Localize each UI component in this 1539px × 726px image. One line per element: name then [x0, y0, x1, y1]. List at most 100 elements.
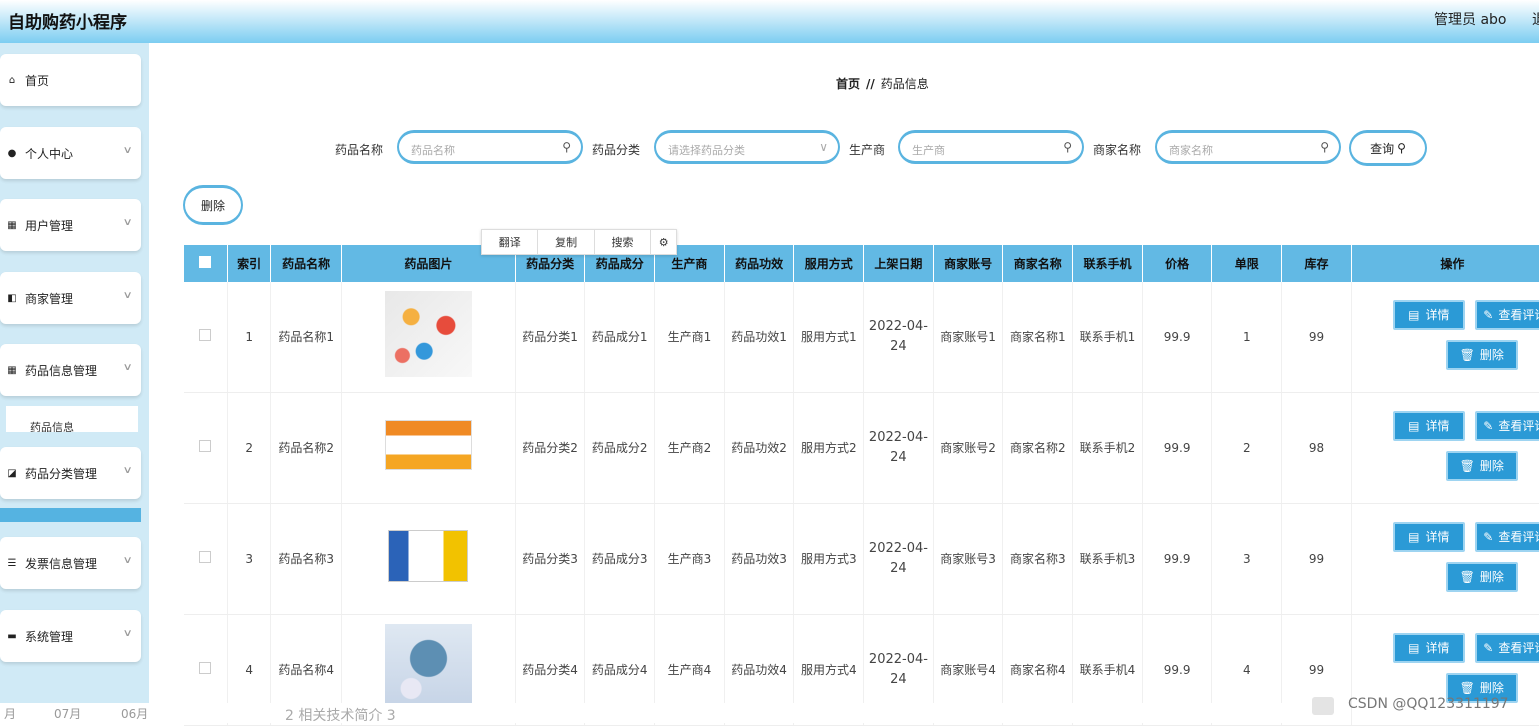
column-header: 价格 [1142, 245, 1213, 282]
detail-button[interactable]: ▤ 详情 [1392, 300, 1465, 330]
sidebar-subitem-highlight[interactable] [0, 508, 141, 522]
cell-usage: 服用方式2 [793, 392, 865, 504]
sidebar-item-invoice[interactable]: ☰ 发票信息管理 ∨ [0, 537, 141, 589]
footer-text: 月 [4, 707, 17, 721]
admin-label[interactable]: 管理员 abo [1434, 9, 1506, 29]
sidebar-item-personal[interactable]: ● 个人中心 ∨ [0, 127, 141, 179]
detail-label: 详情 [1425, 419, 1450, 433]
sidebar-item-drug-info[interactable]: ▦ 药品信息管理 ∨ [0, 344, 141, 396]
sidebar-item-drug-category[interactable]: ◪ 药品分类管理 ∨ [0, 447, 141, 499]
batch-delete-button[interactable]: 删除 [183, 185, 243, 225]
view-reviews-button[interactable]: ✎ 查看评论 [1474, 633, 1539, 663]
detail-button[interactable]: ▤ 详情 [1392, 411, 1465, 441]
footer-text: 07月 [54, 707, 82, 721]
sidebar-item-label: 发票信息管理 [25, 556, 98, 571]
chevron-down-icon: ∨ [122, 555, 133, 566]
column-header: 药品名称 [270, 245, 343, 282]
trash-icon: 🗑 [1459, 570, 1475, 584]
query-button[interactable]: 查询 ⚲ [1349, 130, 1427, 166]
grid-icon: ▦ [7, 364, 17, 376]
cell-usage: 服用方式1 [793, 282, 865, 393]
search-manufacturer-input[interactable]: 生产商 ⚲ [898, 130, 1084, 164]
home-icon: ⌂ [8, 74, 16, 86]
app-title: 自助购药小程序 [8, 13, 127, 33]
sidebar-subitem-drug-info[interactable]: 药品信息 [6, 406, 138, 432]
view-reviews-button[interactable]: ✎ 查看评论 [1474, 300, 1539, 330]
detail-button[interactable]: ▤ 详情 [1392, 522, 1465, 552]
drug-image [388, 530, 469, 582]
drug-image [384, 291, 472, 377]
logout-link[interactable]: 退 [1532, 9, 1539, 29]
sidebar-item-label: 用户管理 [25, 218, 74, 233]
table-row: 3 药品名称3 药品分类3 药品成分3 生产商3 药品功效3 服用方式3 2022-04-24… [184, 503, 1539, 615]
placeholder: 请选择药品分类 [668, 144, 745, 157]
table-header-row: 索引 药品名称 药品图片 药品分类 药品成分 生产商 药品功效 服用方式 上架日… [184, 245, 1539, 282]
chevron-down-icon: ∨ [122, 290, 133, 301]
category-icon: ◪ [7, 467, 17, 479]
column-header: 服用方式 [793, 245, 865, 282]
sidebar-item-label: 药品分类管理 [25, 466, 98, 481]
search-menu-item[interactable]: 搜索 [595, 230, 652, 254]
sidebar-item-users[interactable]: ▦ 用户管理 ∨ [0, 199, 141, 251]
sidebar-item-system[interactable]: ▬ 系统管理 ∨ [0, 610, 141, 662]
select-all-checkbox[interactable] [184, 245, 228, 282]
cell-phone: 联系手机3 [1072, 503, 1143, 615]
chevron-down-icon: ∨ [122, 217, 133, 228]
search-shop-input[interactable]: 商家名称 ⚲ [1155, 130, 1341, 164]
breadcrumb-home[interactable]: 首页 [836, 77, 860, 91]
cell-efficacy: 药品功效3 [724, 503, 795, 615]
detail-icon: ▤ [1408, 530, 1420, 544]
row-checkbox[interactable] [184, 392, 228, 504]
cell-drug-image [341, 503, 516, 615]
table-row: 1 药品名称1 药品分类1 药品成分1 生产商1 药品功效1 服用方式1 2022-04-24… [184, 282, 1539, 393]
query-button-label: 查询 [1370, 141, 1395, 156]
search-icon: ⚲ [562, 140, 571, 154]
view-reviews-button[interactable]: ✎ 查看评论 [1474, 411, 1539, 441]
sidebar-item-label: 个人中心 [25, 146, 74, 161]
delete-button[interactable]: 🗑 删除 [1445, 451, 1518, 481]
delete-button[interactable]: 🗑 删除 [1445, 562, 1518, 592]
cell-drug-name: 药品名称2 [270, 392, 343, 504]
drug-image [384, 420, 472, 470]
category-select[interactable]: 请选择药品分类 ∨ [654, 130, 840, 164]
review-label: 查看评论 [1498, 641, 1539, 655]
cell-stock: 98 [1281, 392, 1352, 504]
cell-manufacturer: 生产商2 [654, 392, 725, 504]
sidebar: ⌂ 首页 ● 个人中心 ∨ ▦ 用户管理 ∨ ◧ 商家管理 ∨ ▦ 药品信息管理… [0, 43, 149, 703]
row-checkbox[interactable] [184, 503, 228, 615]
row-checkbox[interactable] [184, 282, 228, 393]
column-header: 药品功效 [724, 245, 795, 282]
cell-actions: ▤ 详情 ✎ 查看评论 🗑 删除 [1351, 503, 1539, 615]
cell-shop-account: 商家账号2 [933, 392, 1004, 504]
translate-menu-item[interactable]: 翻译 [482, 230, 539, 254]
cell-price: 99.9 [1142, 503, 1213, 615]
delete-button[interactable]: 🗑 删除 [1445, 340, 1518, 370]
gear-icon[interactable]: ⚙ [651, 230, 676, 254]
top-header: 自助购药小程序 管理员 abo 退 [0, 0, 1539, 43]
sidebar-item-label: 首页 [25, 73, 50, 88]
breadcrumb-current: 药品信息 [880, 77, 929, 91]
delete-label: 删除 [1479, 681, 1504, 695]
cell-limit: 2 [1211, 392, 1283, 504]
placeholder: 商家名称 [1169, 144, 1213, 157]
search-name-input[interactable]: 药品名称 ⚲ [397, 130, 583, 164]
footer-text: 06月 [121, 707, 149, 721]
search-category-label: 药品分类 [592, 143, 641, 157]
detail-button[interactable]: ▤ 详情 [1392, 633, 1465, 663]
cell-date: 2022-04-24 [863, 503, 934, 615]
detail-icon: ▤ [1408, 308, 1420, 322]
search-manufacturer-label: 生产商 [849, 143, 886, 157]
list-icon: ☰ [7, 557, 17, 569]
copy-menu-item[interactable]: 复制 [538, 230, 595, 254]
sidebar-item-home[interactable]: ⌂ 首页 [0, 54, 141, 106]
context-menu: 翻译 复制 搜索 ⚙ [481, 229, 677, 255]
column-header: 商家账号 [933, 245, 1004, 282]
search-icon: ⚲ [1063, 140, 1072, 154]
trash-icon: 🗑 [1459, 459, 1475, 473]
view-reviews-button[interactable]: ✎ 查看评论 [1474, 522, 1539, 552]
cell-category: 药品分类3 [515, 503, 586, 615]
table-row: 2 药品名称2 药品分类2 药品成分2 生产商2 药品功效2 服用方式2 2022-04-24… [184, 392, 1539, 504]
sidebar-item-merchants[interactable]: ◧ 商家管理 ∨ [0, 272, 141, 324]
trash-icon: 🗑 [1459, 681, 1475, 695]
search-icon: ⚲ [1397, 141, 1406, 155]
